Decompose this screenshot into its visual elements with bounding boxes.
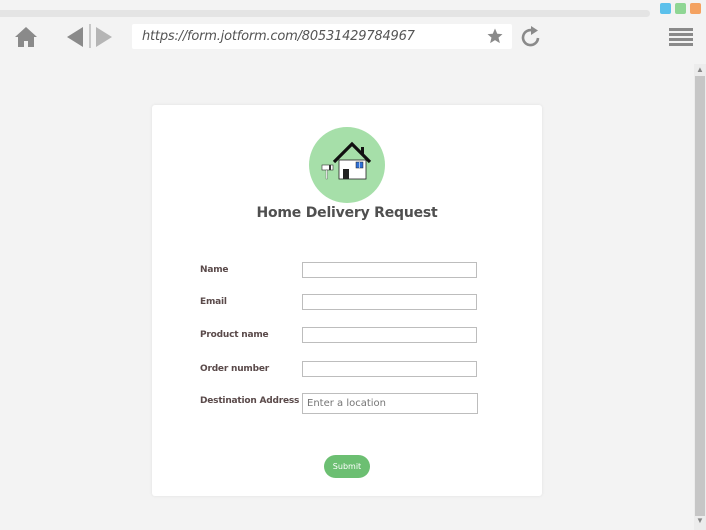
star-icon[interactable] bbox=[486, 27, 504, 45]
email-field[interactable] bbox=[302, 294, 477, 310]
scroll-up-icon[interactable]: ▲ bbox=[696, 66, 704, 74]
form-title: Home Delivery Request bbox=[256, 205, 438, 221]
scroll-down-icon[interactable]: ▼ bbox=[696, 517, 704, 525]
menu-icon[interactable] bbox=[668, 27, 694, 47]
form-card: Home Delivery Request Name Email Product… bbox=[152, 105, 542, 496]
window-dot-blue[interactable] bbox=[660, 3, 671, 14]
product-name-label: Product name bbox=[200, 330, 269, 340]
browser-toolbar: https://form.jotform.com/80531429784967 bbox=[0, 18, 706, 64]
form-row-email: Email bbox=[152, 294, 542, 314]
order-number-label: Order number bbox=[200, 364, 269, 374]
forward-icon[interactable] bbox=[95, 26, 113, 48]
form-logo bbox=[309, 127, 385, 203]
form-row-name: Name bbox=[152, 262, 542, 282]
house-icon bbox=[321, 141, 372, 180]
toolbar-divider bbox=[89, 24, 91, 48]
product-name-field[interactable] bbox=[302, 327, 477, 343]
url-text: https://form.jotform.com/80531429784967 bbox=[142, 29, 415, 44]
back-icon[interactable] bbox=[66, 26, 84, 48]
scroll-thumb[interactable] bbox=[695, 76, 705, 516]
submit-button[interactable]: Submit bbox=[324, 455, 370, 478]
address-bar[interactable]: https://form.jotform.com/80531429784967 bbox=[132, 24, 512, 49]
scrollbar[interactable]: ▲ ▼ bbox=[694, 64, 706, 530]
form-row-product-name: Product name bbox=[152, 327, 542, 347]
tab-strip bbox=[0, 10, 650, 17]
name-label: Name bbox=[200, 265, 229, 275]
destination-address-label: Destination Address bbox=[200, 396, 300, 406]
browser-window: https://form.jotform.com/80531429784967 bbox=[0, 0, 706, 530]
page-viewport: Home Delivery Request Name Email Product… bbox=[0, 64, 694, 530]
email-label: Email bbox=[200, 297, 227, 307]
order-number-field[interactable] bbox=[302, 361, 477, 377]
name-field[interactable] bbox=[302, 262, 477, 278]
form-row-destination-address: Destination Address bbox=[152, 393, 542, 414]
reload-icon[interactable] bbox=[520, 25, 542, 49]
destination-address-field[interactable] bbox=[302, 393, 478, 414]
window-titlebar bbox=[0, 0, 706, 18]
home-icon[interactable] bbox=[14, 26, 38, 48]
window-dot-orange[interactable] bbox=[690, 3, 701, 14]
form-row-order-number: Order number bbox=[152, 361, 542, 381]
window-dot-green[interactable] bbox=[675, 3, 686, 14]
